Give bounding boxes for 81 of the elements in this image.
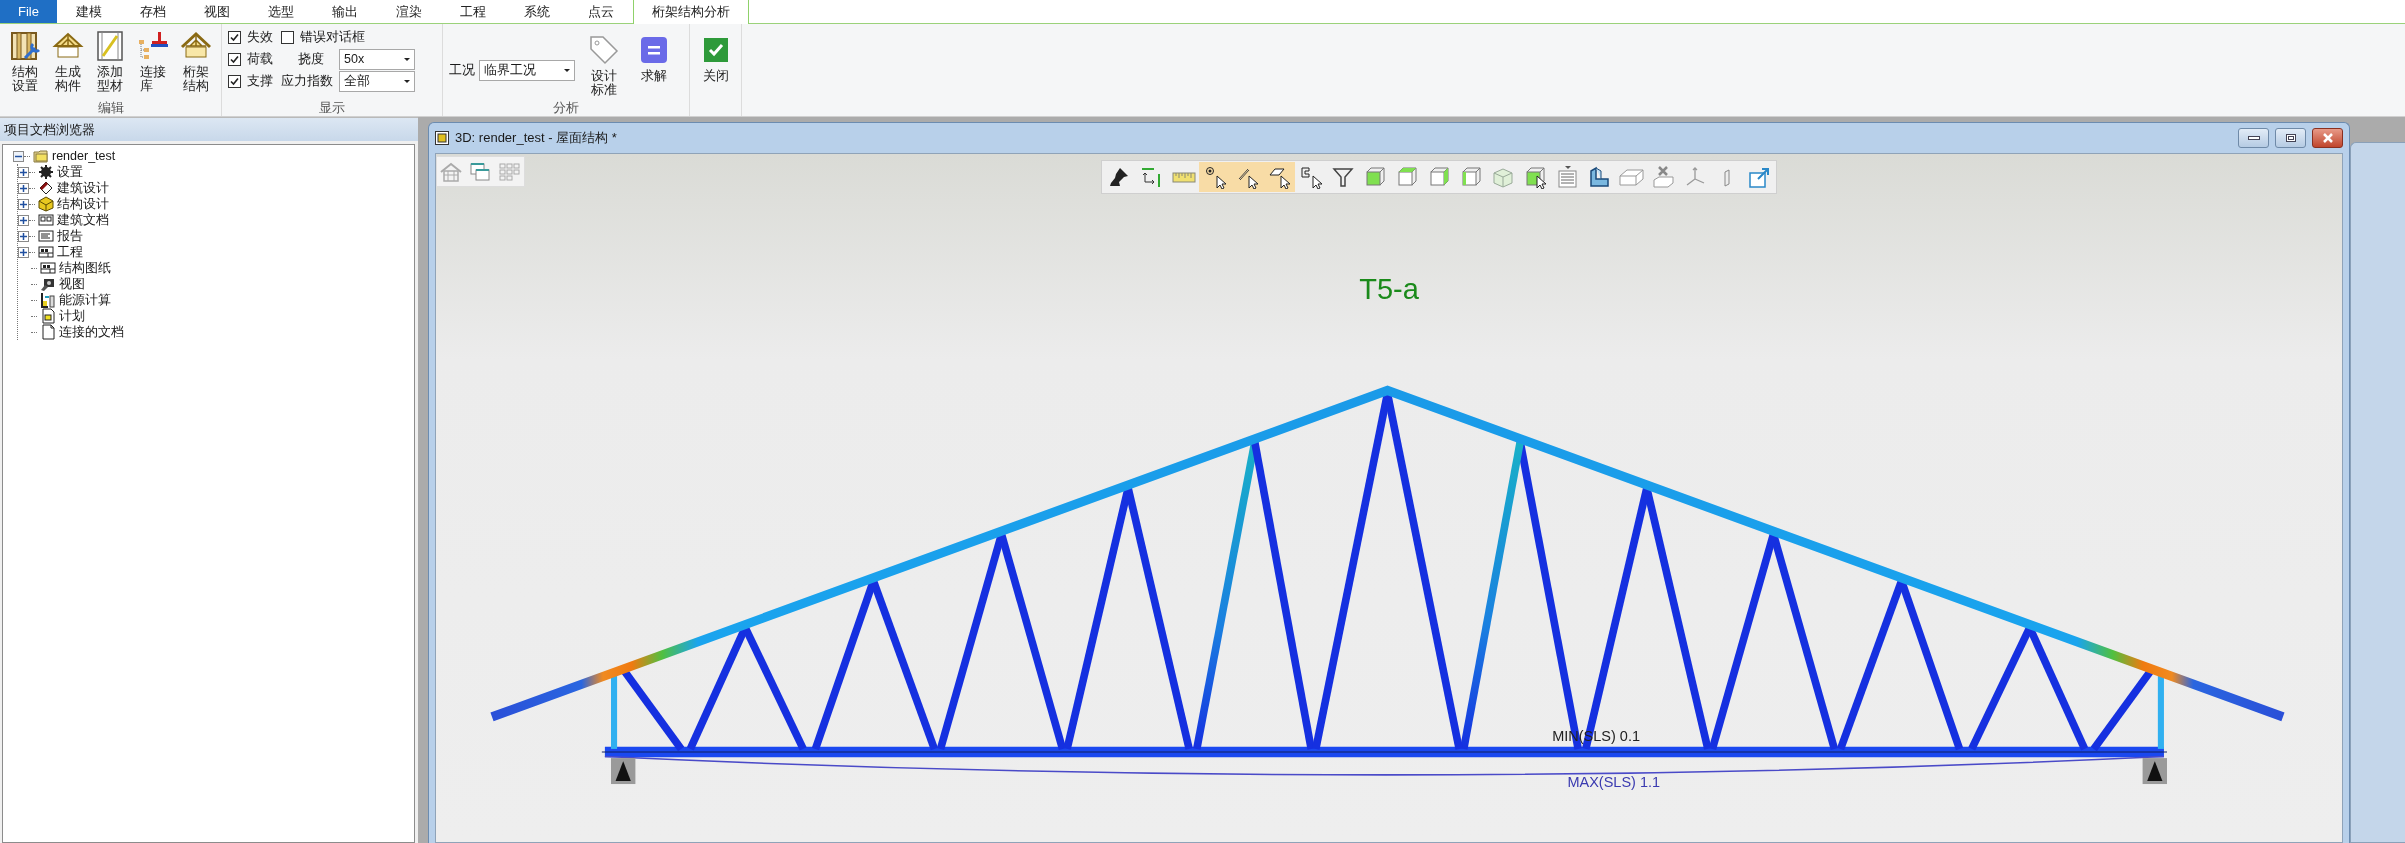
settings-icon: [9, 30, 42, 62]
checkbox-label: 错误对话框: [300, 28, 365, 47]
close-button[interactable]: 关闭: [696, 34, 735, 116]
app-icon: [435, 131, 449, 145]
delete-icon: [1650, 165, 1676, 189]
caret-icon: [404, 79, 410, 83]
chart-icon: [40, 292, 56, 308]
expander-icon[interactable]: [18, 246, 29, 258]
ribbon-tab[interactable]: 建模: [56, 0, 121, 23]
group-label: 编辑: [96, 100, 125, 116]
gear-icon: [38, 164, 54, 180]
group-label: 显示: [318, 100, 346, 116]
ribbon-tab[interactable]: 选型: [248, 0, 313, 23]
ribbon-button[interactable]: 结构设置: [6, 30, 45, 100]
folder-icon: [33, 148, 49, 164]
expander-icon[interactable]: [18, 182, 29, 194]
ribbon-tab[interactable]: 输出: [312, 0, 377, 23]
toolbar-button[interactable]: [1263, 162, 1295, 192]
tag-icon: [588, 34, 620, 66]
document-icon: [40, 324, 56, 340]
ribbon-button[interactable]: 添加型材: [91, 30, 130, 100]
bar-icon: [1724, 168, 1730, 187]
export-icon: [1746, 165, 1772, 189]
bracket-cursor-icon: [1298, 165, 1324, 189]
expander-icon[interactable]: [13, 150, 24, 162]
caret-icon: [564, 68, 570, 72]
filter-icon: [1330, 165, 1356, 189]
checkbox-label: 失效: [247, 28, 273, 47]
minimize-icon: [2247, 136, 2260, 140]
close-icon: [2321, 133, 2334, 143]
load-case-select[interactable]: 临界工况: [479, 59, 575, 81]
expander-icon[interactable]: [18, 214, 29, 226]
checkbox[interactable]: [228, 74, 241, 88]
connection-icon: [137, 30, 170, 62]
ribbon-tab[interactable]: 视图: [184, 0, 249, 23]
toolbar-button[interactable]: [1199, 162, 1231, 192]
checkbox[interactable]: [228, 30, 241, 44]
ribbon-tab[interactable]: 工程: [440, 0, 505, 23]
checkbox[interactable]: [281, 30, 294, 44]
field-label: 应力指数: [281, 72, 334, 91]
checkbox-label: 荷载: [247, 50, 273, 69]
ribbon-tab[interactable]: 桁架结构分析: [632, 0, 749, 24]
maximize-button[interactable]: [2275, 128, 2306, 148]
equals-icon: [638, 34, 670, 66]
cube-icon: [38, 196, 54, 212]
panel-title: 项目文档浏览器: [0, 117, 418, 141]
ribbon-tab[interactable]: 点云: [568, 0, 633, 23]
field-label: 工况: [449, 61, 475, 80]
ribbon-tab[interactable]: 渲染: [376, 0, 441, 23]
ribbon-button[interactable]: 设计标准: [583, 34, 625, 100]
maximize-icon: [2285, 134, 2296, 142]
plane-cursor-icon: [1266, 165, 1292, 189]
ribbon-button[interactable]: 生成构件: [48, 30, 88, 100]
panel-icon: [40, 260, 56, 276]
window-title: 3D: render_test - 屋面结构 *: [455, 129, 618, 148]
stress-index-select[interactable]: 全部: [339, 70, 415, 92]
group-label: 分析: [552, 100, 580, 116]
support-icon: [2142, 758, 2167, 785]
panel-icon: [38, 244, 54, 260]
checkbox[interactable]: [228, 52, 241, 66]
checkbox-label: 支撑: [247, 72, 273, 91]
field-label: 挠度: [297, 50, 325, 69]
caret-icon: [404, 57, 410, 61]
expander-icon[interactable]: [18, 198, 29, 210]
file-tab[interactable]: File: [0, 0, 57, 23]
ribbon-button[interactable]: 桁架结构: [176, 30, 215, 100]
ribbon-button[interactable]: 连接库: [133, 30, 173, 100]
plan-icon: [40, 308, 56, 324]
ribbon-tab[interactable]: 系统: [504, 0, 569, 23]
deflection-select[interactable]: 50x: [339, 48, 415, 70]
max-value-label: MAX(SLS) 1.1: [1567, 774, 1661, 791]
ribbon-tab[interactable]: 存档: [120, 0, 185, 23]
camera-icon: [40, 276, 56, 292]
minimize-button[interactable]: [2238, 128, 2269, 148]
list-icon: [38, 228, 54, 244]
ribbon-button[interactable]: 求解: [633, 34, 675, 100]
expander-icon[interactable]: [18, 166, 29, 178]
close-button[interactable]: [2312, 128, 2343, 148]
expander-icon[interactable]: [18, 230, 29, 242]
support-icon: [611, 758, 636, 785]
truss-title: T5-a: [1359, 272, 1419, 305]
